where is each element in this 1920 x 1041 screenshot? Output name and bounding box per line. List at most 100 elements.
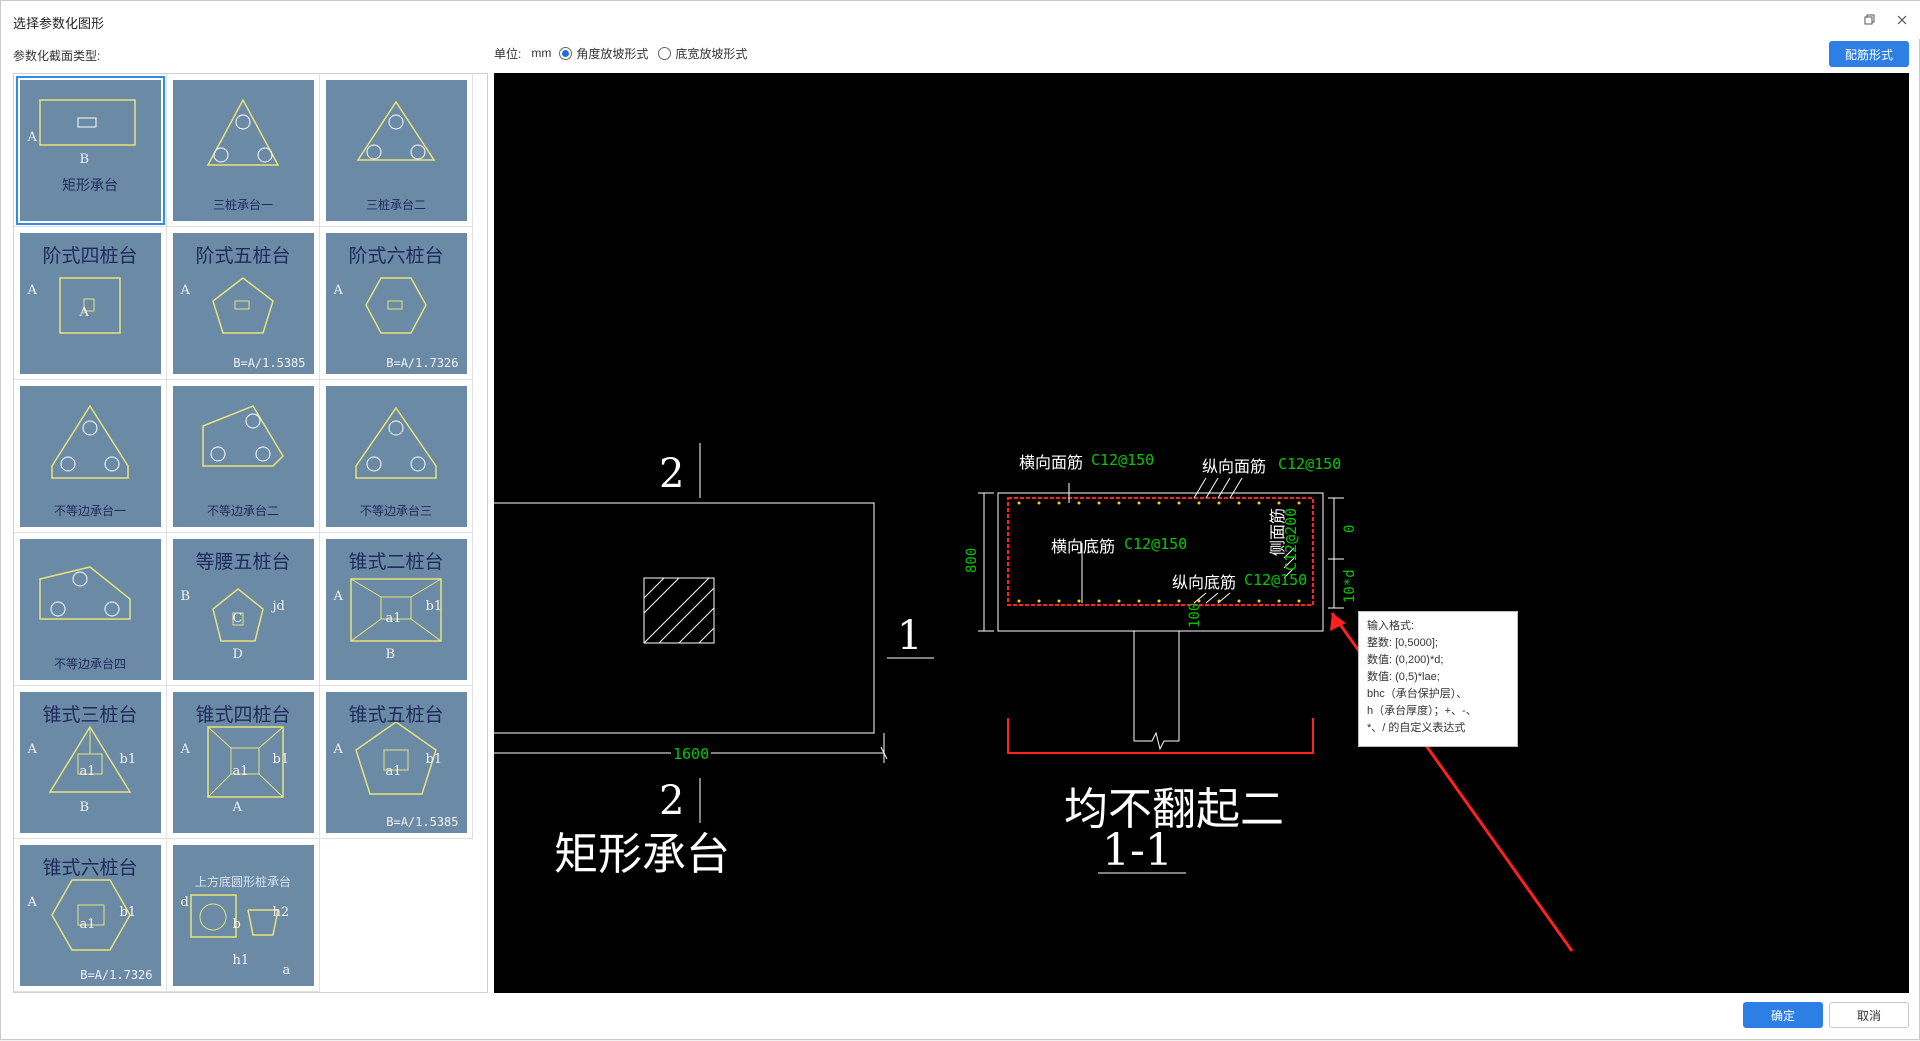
shape-item[interactable]: 阶式六桩台 B=A/1.7326 A bbox=[320, 227, 473, 380]
shape-thumbnail: 锥式二桩台 Aa1 b1 B bbox=[325, 538, 467, 680]
shape-title: 锥式四桩台 bbox=[195, 703, 291, 726]
value-side-rebar: C12@200 bbox=[1282, 507, 1300, 571]
radio-label: 底宽放坡形式 bbox=[675, 46, 748, 61]
tooltip-line: 整数: [0,5000]; bbox=[1367, 637, 1438, 649]
dialog-window: 选择参数化图形 参数化截面类型: 单位: mm 角度放坡形式 底宽放坡形式 配筋… bbox=[0, 0, 1920, 1040]
radio-angle-slope[interactable]: 角度放坡形式 bbox=[559, 45, 648, 62]
radio-bottom-width-slope[interactable]: 底宽放坡形式 bbox=[658, 45, 747, 62]
shape-dimension-label: h2 bbox=[272, 904, 290, 920]
cad-preview-canvas[interactable]: 2 2 1 1600 矩形承台 横向面筋 C12@150 纵向面筋 C12@15… bbox=[494, 73, 1909, 993]
break-line bbox=[1134, 731, 1179, 751]
shape-caption: 不等边承台一 bbox=[53, 503, 126, 518]
ok-button[interactable]: 确定 bbox=[1743, 1002, 1823, 1028]
restore-button[interactable] bbox=[1861, 11, 1879, 29]
shape-dimension-label: jd bbox=[272, 598, 285, 614]
radio-selected-dot bbox=[562, 49, 570, 57]
shape-caption: 矩形承台 bbox=[62, 177, 118, 194]
shape-thumbnail: 阶式五桩台 B=A/1.5385 A bbox=[172, 232, 314, 374]
shape-dimension-label: A bbox=[27, 282, 37, 298]
shape-item[interactable]: 不等边承台三 bbox=[320, 380, 473, 533]
shape-item[interactable]: 不等边承台四 bbox=[14, 533, 167, 686]
shape-item[interactable]: 三桩承台二 bbox=[320, 74, 473, 227]
unit-label: 单位: bbox=[494, 46, 522, 61]
shape-formula: B=A/1.7326 bbox=[80, 967, 153, 982]
shape-thumbnail: 等腰五桩台 B Cjd D bbox=[172, 538, 314, 680]
shape-dimension-label: A bbox=[27, 741, 37, 757]
shape-item[interactable]: 锥式二桩台 Aa1 b1 B bbox=[320, 533, 473, 686]
input-format-tooltip: 输入格式: 整数: [0,5000]; 数值: (0,200)*d; 数值: (… bbox=[1358, 611, 1518, 747]
shape-caption: 三桩承台一 bbox=[212, 197, 273, 212]
shape-item[interactable]: 不等边承台二 bbox=[167, 380, 320, 533]
unit-toolbar: 单位: mm 角度放坡形式 底宽放坡形式 bbox=[494, 44, 757, 62]
shape-title: 锥式五桩台 bbox=[348, 703, 444, 726]
tooltip-line: 数值: (0,5)*lae; bbox=[1367, 671, 1440, 683]
label-top-longitudinal: 纵向面筋 bbox=[1202, 457, 1267, 476]
shape-item[interactable]: 锥式三桩台 Aa1 b1 B bbox=[14, 686, 167, 839]
section-type-label: 参数化截面类型: bbox=[13, 49, 101, 63]
shape-item[interactable]: 等腰五桩台 B Cjd D bbox=[167, 533, 320, 686]
shape-item[interactable]: 锥式四桩台 Aa1 b1 A bbox=[167, 686, 320, 839]
shape-item[interactable]: 三桩承台一 bbox=[167, 74, 320, 227]
cancel-button[interactable]: 取消 bbox=[1829, 1002, 1909, 1028]
shape-dimension-label: b1 bbox=[272, 751, 290, 767]
anchor-dimension: 10*d bbox=[1342, 569, 1358, 603]
shape-dimension-label: C bbox=[232, 610, 243, 626]
section-name: 1-1 bbox=[1102, 825, 1173, 876]
tooltip-line: *、/ 的自定义表达式 bbox=[1367, 722, 1466, 734]
shape-title: 阶式五桩台 bbox=[195, 244, 291, 267]
shape-dimension-label: A bbox=[333, 588, 343, 604]
value-bottom-transverse: C12@150 bbox=[1124, 535, 1188, 553]
shape-formula: B=A/1.5385 bbox=[233, 355, 306, 370]
config-rebar-button[interactable]: 配筋形式 bbox=[1829, 41, 1909, 67]
shape-dimension-label: A bbox=[27, 894, 37, 910]
shape-thumbnail: 阶式六桩台 B=A/1.7326 A bbox=[325, 232, 467, 374]
shape-dimension-label: a1 bbox=[385, 763, 402, 779]
shape-title: 阶式六桩台 bbox=[348, 244, 444, 267]
shape-thumbnail: 三桩承台二 bbox=[325, 79, 467, 221]
value-top-longitudinal: C12@150 bbox=[1278, 455, 1342, 473]
shape-dimension-label: A bbox=[333, 282, 343, 298]
shape-title: 锥式六桩台 bbox=[42, 856, 138, 879]
bottom-cover-dimension: 100 bbox=[1187, 602, 1203, 628]
shape-item[interactable]: 阶式四桩台 A A bbox=[14, 227, 167, 380]
shape-thumbnail: 上方底圆形桩承台 d b h2 h1 a bbox=[172, 844, 314, 986]
restore-icon bbox=[1864, 14, 1875, 25]
shape-dimension-label: b1 bbox=[425, 598, 443, 614]
shape-thumbnail: 锥式三桩台 Aa1 b1 B bbox=[19, 691, 161, 833]
shape-caption: 不等边承台四 bbox=[53, 656, 126, 671]
shape-item[interactable]: 锥式五桩台 B=A/1.5385 Aa1 b1 bbox=[320, 686, 473, 839]
section-mark-top: 2 bbox=[659, 451, 685, 497]
shape-thumbnail: 三桩承台一 bbox=[172, 79, 314, 221]
shape-dimension-label: a1 bbox=[79, 763, 96, 779]
tooltip-line: bhc（承台保护层）、 bbox=[1367, 688, 1468, 700]
shape-item[interactable]: 上方底圆形桩承台 d b h2 h1 a bbox=[167, 839, 320, 992]
shape-dimension-label: A bbox=[333, 741, 343, 757]
radio-label: 角度放坡形式 bbox=[576, 46, 649, 61]
shape-dimension-label: B bbox=[79, 799, 90, 815]
plan-width-dimension: 1600 bbox=[671, 745, 712, 763]
shape-dimension-label: A bbox=[27, 129, 37, 145]
value-bottom-longitudinal: C12@150 bbox=[1244, 571, 1308, 589]
shape-item[interactable]: 锥式六桩台 B=A/1.7326 Aa1 b1 bbox=[14, 839, 167, 992]
shape-dimension-label: b bbox=[232, 916, 241, 932]
shape-gallery[interactable]: 矩形承台 A B 三桩承台一 三桩承台二 阶式四桩台 A A 阶式五桩台 B=A/1.5385 A 阶… bbox=[13, 73, 488, 993]
label-bottom-transverse: 横向底筋 bbox=[1051, 537, 1116, 556]
shape-thumbnail: 不等边承台二 bbox=[172, 385, 314, 527]
shape-formula: B=A/1.7326 bbox=[386, 355, 459, 370]
shape-dimension-label: A bbox=[232, 799, 242, 815]
height-dimension: 800 bbox=[964, 547, 980, 573]
shape-dimension-label: b1 bbox=[119, 751, 137, 767]
shape-title: 等腰五桩台 bbox=[195, 550, 291, 573]
shape-item[interactable]: 矩形承台 A B bbox=[14, 74, 167, 227]
shape-item[interactable]: 阶式五桩台 B=A/1.5385 A bbox=[167, 227, 320, 380]
top-cover-dimension: 0 bbox=[1342, 524, 1358, 533]
shape-dimension-label: B bbox=[79, 151, 90, 167]
shape-title: 锥式二桩台 bbox=[348, 550, 444, 573]
shape-item[interactable]: 不等边承台一 bbox=[14, 380, 167, 533]
shape-grid: 矩形承台 A B 三桩承台一 三桩承台二 阶式四桩台 A A 阶式五桩台 B=A/1.5385 A 阶… bbox=[14, 74, 473, 992]
tooltip-line: h（承台厚度）；+、-、 bbox=[1367, 705, 1477, 717]
dialog-footer: 确定 取消 bbox=[1, 997, 1920, 1041]
shape-diagram-icon bbox=[38, 98, 136, 146]
shape-dimension-label: b1 bbox=[119, 904, 137, 920]
close-button[interactable] bbox=[1893, 11, 1911, 29]
